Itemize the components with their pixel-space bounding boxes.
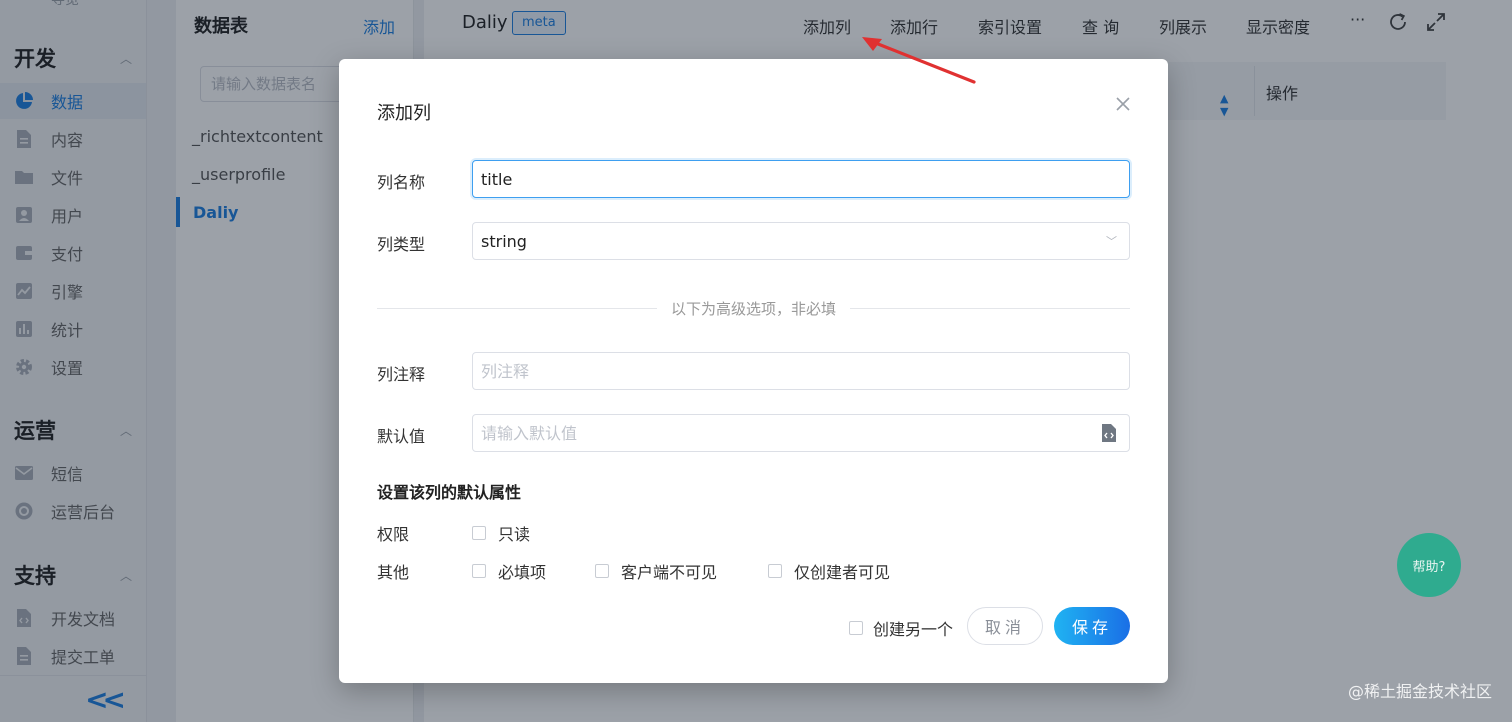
checkbox-box[interactable] [472, 526, 486, 540]
default-value-field [472, 414, 1130, 452]
column-type-select[interactable]: string ﹀ [472, 222, 1130, 260]
checkbox-box[interactable] [768, 564, 782, 578]
divider-text: 以下为高级选项，非必填 [671, 299, 837, 318]
divider-line [850, 307, 1131, 309]
divider-line [377, 307, 657, 309]
help-button[interactable]: 帮助? [1397, 533, 1461, 597]
column-name-input[interactable] [472, 160, 1130, 198]
close-icon[interactable] [1113, 94, 1133, 114]
checkbox-box[interactable] [472, 564, 486, 578]
chevron-down-icon: ﹀ [1106, 235, 1117, 248]
checkbox-box[interactable] [595, 564, 609, 578]
create-another-checkbox[interactable]: 创建另一个 [849, 616, 953, 640]
cancel-button[interactable]: 取消 [967, 607, 1043, 645]
annotation-arrow-icon [862, 37, 976, 84]
checkbox-label: 创建另一个 [873, 620, 954, 639]
creator-only-checkbox[interactable]: 仅创建者可见 [768, 559, 890, 583]
dialog-title: 添加列 [377, 103, 431, 124]
code-file-icon[interactable] [1100, 423, 1118, 443]
permission-label: 权限 [377, 525, 410, 544]
advanced-options-divider: 以下为高级选项，非必填 [377, 298, 1131, 318]
checkbox-label: 客户端不可见 [621, 563, 718, 582]
save-button[interactable]: 保存 [1054, 607, 1130, 645]
default-attributes-title: 设置该列的默认属性 [377, 483, 522, 502]
column-comment-input[interactable] [472, 352, 1130, 390]
column-type-label: 列类型 [377, 235, 426, 254]
checkbox-label: 必填项 [498, 563, 547, 582]
default-value-input[interactable] [472, 414, 1130, 452]
checkbox-box[interactable] [849, 621, 863, 635]
column-comment-label: 列注释 [377, 365, 426, 384]
watermark: @稀土掘金技术社区 [1347, 682, 1492, 701]
readonly-checkbox[interactable]: 只读 [472, 521, 530, 545]
required-checkbox[interactable]: 必填项 [472, 559, 546, 583]
column-name-label: 列名称 [377, 173, 426, 192]
default-value-label: 默认值 [377, 427, 426, 446]
add-column-dialog: 添加列 列名称 列类型 string ﹀ 以下为高级选项，非必填 列注释 默认值… [339, 59, 1168, 683]
other-label: 其他 [377, 563, 410, 582]
client-hidden-checkbox[interactable]: 客户端不可见 [595, 559, 717, 583]
checkbox-label: 只读 [498, 525, 531, 544]
checkbox-label: 仅创建者可见 [794, 563, 891, 582]
column-type-value: string [481, 231, 527, 251]
